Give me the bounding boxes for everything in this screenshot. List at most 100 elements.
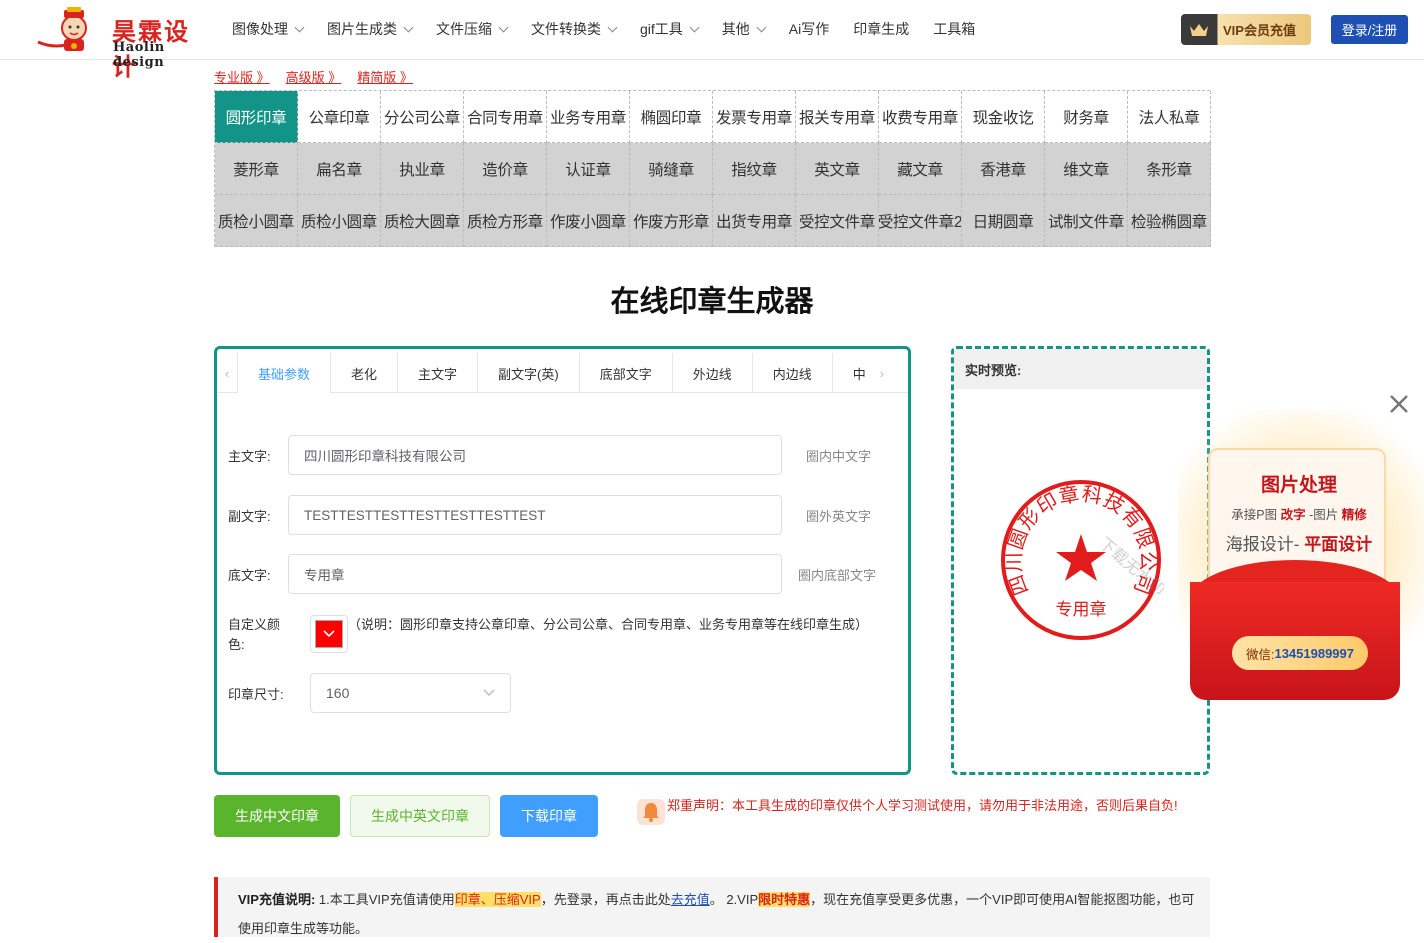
category-cell[interactable]: 发票专用章 bbox=[713, 91, 796, 143]
category-cell[interactable]: 受控文件章2 bbox=[879, 195, 962, 247]
settings-tabs: ‹ 基础参数 老化 主文字 副文字(英) 底部文字 外边线 内边线 中 › bbox=[217, 353, 908, 393]
ad-text-bold: 精修 bbox=[1341, 508, 1367, 522]
nav-label: gif工具 bbox=[640, 21, 683, 37]
nav-toolbox[interactable]: 工具箱 bbox=[933, 19, 975, 39]
category-cell[interactable]: 扁名章 bbox=[298, 143, 381, 195]
bottom-text-label: 底文字: bbox=[228, 567, 271, 583]
generate-cn-en-stamp-button[interactable]: 生成中英文印章 bbox=[350, 795, 490, 837]
ad-wechat-badge[interactable]: 微信: 13451989997 bbox=[1232, 636, 1368, 670]
category-cell[interactable]: 骑缝章 bbox=[630, 143, 713, 195]
link-pro-version[interactable]: 专业版 》 bbox=[214, 67, 270, 86]
download-stamp-button[interactable]: 下载印章 bbox=[500, 795, 598, 837]
page-title: 在线印章生成器 bbox=[610, 286, 814, 318]
category-cell[interactable]: 公章印章 bbox=[298, 91, 381, 143]
nav-other[interactable]: 其他 bbox=[722, 19, 767, 39]
category-cell[interactable]: 英文章 bbox=[796, 143, 879, 195]
tab-main-text[interactable]: 主文字 bbox=[397, 353, 477, 393]
tab-aging[interactable]: 老化 bbox=[330, 353, 397, 393]
nav-label: 图像处理 bbox=[232, 21, 288, 37]
category-cell[interactable]: 维文章 bbox=[1045, 143, 1128, 195]
category-cell[interactable]: 质检方形章 bbox=[464, 195, 547, 247]
tab-center[interactable]: 中 bbox=[831, 353, 872, 393]
tab-inner-border[interactable]: 内边线 bbox=[751, 353, 832, 393]
category-cell[interactable]: 检验椭圆章 bbox=[1128, 195, 1211, 247]
category-cell[interactable]: 财务章 bbox=[1045, 91, 1128, 143]
category-cell[interactable]: 执业章 bbox=[381, 143, 464, 195]
tab-sub-text-en[interactable]: 副文字(英) bbox=[477, 353, 579, 393]
bottom-text-row: 底文字: 专用章 圈内底部文字 bbox=[228, 554, 876, 594]
nav-stamp-generation[interactable]: 印章生成 bbox=[853, 19, 909, 39]
category-cell[interactable]: 条形章 bbox=[1128, 143, 1211, 195]
ad-text: -图片 bbox=[1305, 508, 1342, 522]
category-cell[interactable]: 业务专用章 bbox=[547, 91, 630, 143]
ad-text: 承接P图 bbox=[1231, 508, 1281, 522]
nav-file-compress[interactable]: 文件压缩 bbox=[436, 19, 509, 39]
category-cell[interactable]: 日期圆章 bbox=[962, 195, 1045, 247]
category-cell[interactable]: 分公司公章 bbox=[381, 91, 464, 143]
vip-recharge-button[interactable]: VIP会员充值 bbox=[1181, 14, 1311, 45]
category-cell[interactable]: 作废方形章 bbox=[630, 195, 713, 247]
legal-notice-text: 郑重声明：本工具生成的印章仅供个人学习测试使用，请勿用于非法用途，否则后果自负! bbox=[667, 798, 1178, 813]
bottom-text-input[interactable]: 专用章 bbox=[288, 554, 782, 594]
wechat-label: 微信: bbox=[1245, 647, 1275, 662]
category-cell[interactable]: 藏文章 bbox=[879, 143, 962, 195]
category-cell[interactable]: 香港章 bbox=[962, 143, 1045, 195]
color-picker[interactable] bbox=[310, 615, 348, 653]
ad-text-bold: 改字 bbox=[1280, 508, 1306, 522]
category-cell[interactable]: 受控文件章 bbox=[796, 195, 879, 247]
category-cell[interactable]: 出货专用章 bbox=[713, 195, 796, 247]
vip-note-highlight: 印章、压缩VIP bbox=[454, 892, 541, 907]
login-register-button[interactable]: 登录/注册 bbox=[1331, 15, 1408, 44]
link-advanced-version[interactable]: 高级版 》 bbox=[286, 67, 342, 86]
chevron-down-icon bbox=[323, 630, 335, 638]
category-cell[interactable]: 试制文件章 bbox=[1045, 195, 1128, 247]
size-select[interactable]: 160 bbox=[310, 673, 511, 713]
category-cell[interactable]: 菱形章 bbox=[215, 143, 298, 195]
tab-outer-border[interactable]: 外边线 bbox=[671, 353, 752, 393]
stamp-bottom-text: 专用章 bbox=[1056, 600, 1107, 620]
vip-recharge-label: VIP会员充值 bbox=[1223, 23, 1296, 38]
size-label: 印章尺寸: bbox=[228, 686, 284, 702]
legal-notice: 郑重声明：本工具生成的印章仅供个人学习测试使用，请勿用于非法用途，否则后果自负! bbox=[637, 795, 1207, 827]
nav-label: 文件压缩 bbox=[436, 21, 492, 37]
category-cell[interactable]: 圆形印章 bbox=[215, 91, 298, 143]
link-lite-version[interactable]: 精简版 》 bbox=[357, 67, 413, 86]
logo-text-en: Haolin design bbox=[113, 40, 165, 70]
category-cell[interactable]: 质检大圆章 bbox=[381, 195, 464, 247]
category-cell[interactable]: 现金收讫 bbox=[962, 91, 1045, 143]
go-recharge-link[interactable]: 去充值 bbox=[671, 892, 710, 907]
category-cell[interactable]: 指纹章 bbox=[713, 143, 796, 195]
tab-basic-params[interactable]: 基础参数 bbox=[237, 353, 331, 393]
category-cell[interactable]: 法人私章 bbox=[1128, 91, 1211, 143]
generate-chinese-stamp-button[interactable]: 生成中文印章 bbox=[214, 795, 340, 837]
category-cell[interactable]: 报关专用章 bbox=[796, 91, 879, 143]
category-cell[interactable]: 认证章 bbox=[547, 143, 630, 195]
size-row: 印章尺寸: 160 bbox=[228, 673, 511, 713]
nav-image-generation[interactable]: 图片生成类 bbox=[327, 19, 414, 39]
chevron-down-icon bbox=[294, 22, 305, 32]
main-text-input[interactable]: 四川圆形印章科技有限公司 bbox=[288, 435, 782, 475]
tab-bottom-text[interactable]: 底部文字 bbox=[578, 353, 672, 393]
tab-scroll-left-icon[interactable]: ‹ bbox=[217, 353, 237, 393]
color-label: 自定义颜 色: bbox=[228, 615, 310, 655]
nav-label: 工具箱 bbox=[933, 21, 976, 37]
category-cell[interactable]: 作废小圆章 bbox=[547, 195, 630, 247]
nav-image-processing[interactable]: 图像处理 bbox=[232, 19, 305, 39]
nav-label: 图片生成类 bbox=[327, 21, 397, 37]
color-row: 自定义颜 色: （说明：圆形印章支持公章印章、分公司公章、合同专用章、业务专用章… bbox=[228, 615, 888, 655]
main-text-hint: 圈内中文字 bbox=[806, 448, 872, 464]
category-cell[interactable]: 质检小圆章 bbox=[298, 195, 381, 247]
category-cell[interactable]: 收费专用章 bbox=[879, 91, 962, 143]
nav-gif-tools[interactable]: gif工具 bbox=[640, 19, 700, 39]
nav-file-convert[interactable]: 文件转换类 bbox=[531, 19, 618, 39]
category-cell[interactable]: 造价章 bbox=[464, 143, 547, 195]
floating-ad[interactable]: 图片处理 承接P图 改字 -图片 精修 海报设计- 平面设计 展板设计-在线p图… bbox=[1178, 410, 1424, 710]
category-cell[interactable]: 椭圆印章 bbox=[630, 91, 713, 143]
category-cell[interactable]: 质检小圆章 bbox=[215, 195, 298, 247]
sub-text-input[interactable]: TESTTESTTESTTESTTESTTESTTEST bbox=[288, 495, 782, 535]
nav-ai-writing[interactable]: Ai写作 bbox=[789, 19, 829, 39]
site-logo[interactable]: 昊霖设计 Haolin design bbox=[36, 6, 211, 81]
tab-scroll-right-icon[interactable]: › bbox=[872, 353, 892, 393]
category-cell[interactable]: 合同专用章 bbox=[464, 91, 547, 143]
color-swatch bbox=[315, 620, 343, 648]
